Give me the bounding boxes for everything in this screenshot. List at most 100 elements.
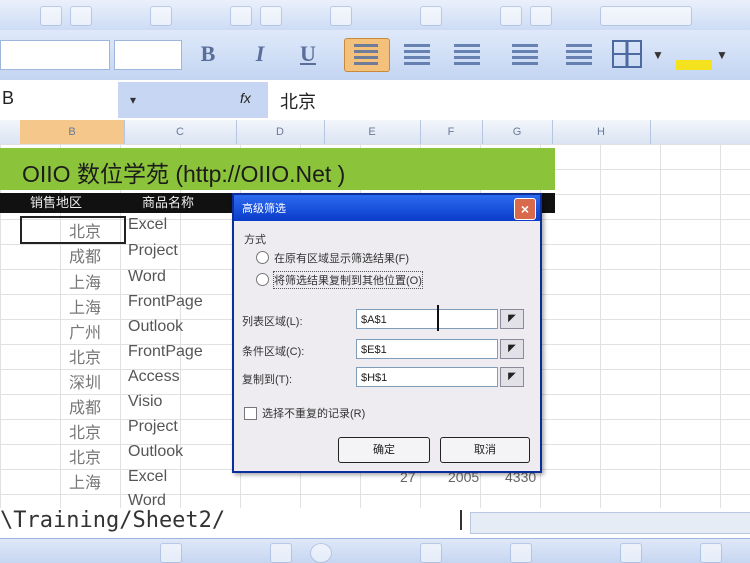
- cell-product[interactable]: Word: [128, 268, 166, 286]
- radio-filter-in-place[interactable]: [256, 251, 269, 264]
- rectangle-tool-icon[interactable]: [270, 543, 292, 563]
- toolbar-icon[interactable]: [420, 543, 442, 563]
- cell-product[interactable]: Excel: [128, 216, 167, 234]
- underline-button[interactable]: U: [292, 38, 324, 70]
- cell-product[interactable]: FrontPage: [128, 293, 203, 311]
- sheet-title: OIIO 数位学苑 (http://OIIO.Net ): [22, 161, 346, 187]
- header-cell-product[interactable]: 商品名称: [142, 193, 194, 213]
- formula-tools: fx: [148, 82, 268, 118]
- font-name-box[interactable]: [0, 40, 110, 70]
- toolbar-icon[interactable]: [510, 543, 532, 563]
- collapse-dialog-icon[interactable]: ◤: [500, 367, 524, 387]
- cell-region[interactable]: 北京: [50, 344, 120, 368]
- column-header[interactable]: F: [420, 120, 483, 144]
- chevron-down-icon[interactable]: ▼: [716, 48, 728, 62]
- align-left-icon: [354, 44, 378, 66]
- cell-region[interactable]: 北京: [50, 444, 120, 468]
- cell-region[interactable]: 成都: [50, 394, 120, 418]
- toolbar-icon[interactable]: [40, 6, 62, 26]
- header-cell-region[interactable]: 销售地区: [30, 193, 82, 213]
- bold-button[interactable]: B: [192, 38, 224, 70]
- criteria-range-input[interactable]: $E$1: [356, 339, 498, 359]
- sheet-tab-path[interactable]: \Training/Sheet2/: [0, 508, 225, 533]
- merge-center-icon[interactable]: [512, 44, 538, 66]
- cell-region[interactable]: 北京: [50, 419, 120, 443]
- unique-records-label: 选择不重复的记录(R): [262, 408, 366, 420]
- cell-region[interactable]: 深圳: [50, 369, 120, 393]
- cell-region[interactable]: 上海: [50, 269, 120, 293]
- collapse-dialog-icon[interactable]: ◤: [500, 339, 524, 359]
- align-right-icon[interactable]: [454, 44, 480, 66]
- cell-product[interactable]: FrontPage: [128, 343, 203, 361]
- toolbar-icon[interactable]: [150, 6, 172, 26]
- column-headers: B C D E F G H: [0, 120, 750, 145]
- ok-button[interactable]: 确定: [338, 437, 430, 463]
- cell-product[interactable]: Project: [128, 242, 178, 260]
- text-cursor: [437, 305, 439, 331]
- arrow-tool-icon[interactable]: [160, 543, 182, 563]
- toolbar-icon[interactable]: [500, 6, 522, 26]
- toolbar-icon[interactable]: [260, 6, 282, 26]
- collapse-dialog-icon[interactable]: ◤: [500, 309, 524, 329]
- method-group-label: 方式: [244, 234, 266, 246]
- cell-region[interactable]: 广州: [50, 319, 120, 343]
- drawing-toolbar: [0, 538, 750, 563]
- advanced-filter-dialog: 高级筛选 × 方式 在原有区域显示筛选结果(F) 将筛选结果复制到其他位置(O)…: [232, 193, 542, 473]
- name-box[interactable]: B: [0, 82, 118, 118]
- align-left-button[interactable]: [344, 38, 390, 72]
- close-icon[interactable]: ×: [514, 198, 536, 220]
- toolbar-icon[interactable]: [620, 543, 642, 563]
- dialog-title: 高级筛选: [242, 203, 286, 215]
- formula-input[interactable]: 北京: [280, 88, 316, 114]
- fx-icon[interactable]: fx: [240, 90, 251, 106]
- cell-product[interactable]: Project: [128, 418, 178, 436]
- cell-product[interactable]: Outlook: [128, 443, 183, 461]
- criteria-range-label: 条件区域(C):: [242, 346, 305, 358]
- option-filter-in-place-label: 在原有区域显示筛选结果(F): [274, 253, 410, 265]
- cell-product[interactable]: Visio: [128, 393, 162, 411]
- borders-icon[interactable]: [612, 40, 642, 68]
- cell-region[interactable]: 上海: [50, 469, 120, 493]
- active-cell-outline: [20, 216, 126, 244]
- name-box-value: B: [2, 88, 15, 108]
- align-center-icon[interactable]: [404, 44, 430, 66]
- column-header[interactable]: E: [324, 120, 421, 144]
- cell-region[interactable]: 成都: [50, 243, 120, 267]
- name-box-dropdown[interactable]: ▾: [118, 82, 148, 118]
- fill-color-icon[interactable]: [676, 36, 712, 70]
- column-header[interactable]: C: [124, 120, 237, 144]
- list-range-input[interactable]: $A$1: [356, 309, 498, 329]
- toolbar-icon[interactable]: [330, 6, 352, 26]
- cell-product[interactable]: Access: [128, 368, 180, 386]
- copy-to-label: 复制到(T):: [242, 374, 293, 386]
- cell-region[interactable]: 上海: [50, 294, 120, 318]
- italic-button[interactable]: I: [244, 38, 276, 70]
- dialog-titlebar[interactable]: 高级筛选 ×: [234, 195, 540, 221]
- cancel-button[interactable]: 取消: [440, 437, 530, 463]
- list-range-label: 列表区域(L):: [242, 316, 303, 328]
- toolbar-icon[interactable]: [420, 6, 442, 26]
- zoom-box[interactable]: [600, 6, 692, 26]
- toolbar-icon[interactable]: [530, 6, 552, 26]
- unique-records-checkbox[interactable]: [244, 407, 257, 420]
- option-copy-to-location-label: 将筛选结果复制到其他位置(O): [273, 271, 423, 289]
- select-all-corner[interactable]: [0, 120, 21, 144]
- toolbar-icon[interactable]: [230, 6, 252, 26]
- toolbar-icon[interactable]: [700, 543, 722, 563]
- tab-splitter[interactable]: [460, 510, 462, 530]
- column-header[interactable]: G: [482, 120, 553, 144]
- column-header[interactable]: B: [20, 120, 125, 144]
- radio-copy-to-location[interactable]: [256, 273, 269, 286]
- font-size-box[interactable]: [114, 40, 182, 70]
- column-header[interactable]: H: [552, 120, 651, 144]
- standard-toolbar: [0, 0, 750, 31]
- indent-icon[interactable]: [566, 44, 592, 66]
- cell-product[interactable]: Excel: [128, 468, 167, 486]
- copy-to-input[interactable]: $H$1: [356, 367, 498, 387]
- cell-product[interactable]: Outlook: [128, 318, 183, 336]
- oval-tool-icon[interactable]: [310, 543, 332, 563]
- column-header[interactable]: D: [236, 120, 325, 144]
- horizontal-scrollbar[interactable]: [470, 512, 750, 534]
- toolbar-icon[interactable]: [70, 6, 92, 26]
- chevron-down-icon[interactable]: ▼: [652, 48, 664, 62]
